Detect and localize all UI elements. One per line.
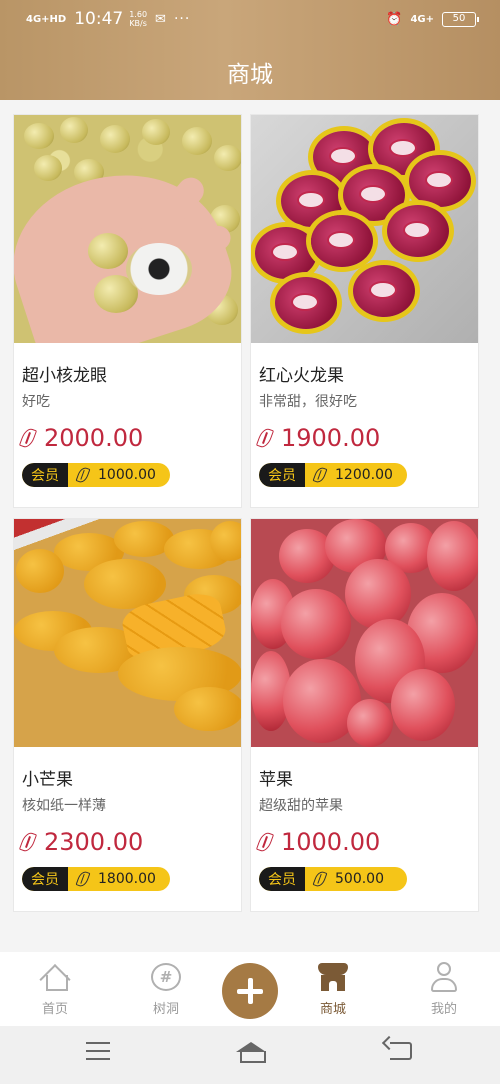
product-desc: 超级甜的苹果 bbox=[259, 798, 343, 814]
tab-shop-label: 商城 bbox=[319, 1002, 346, 1017]
product-desc: 好吃 bbox=[22, 394, 50, 410]
speed-unit: KB/s bbox=[129, 19, 147, 28]
user-icon bbox=[429, 962, 459, 992]
product-image-longan[interactable] bbox=[14, 115, 241, 343]
product-grid: 超小核龙眼 好吃 2000.00 会员 1000.00 红心火龙果 非常甜，很好… bbox=[13, 114, 479, 912]
tab-mine-label: 我的 bbox=[430, 1002, 457, 1017]
product-name[interactable]: 红心火龙果 bbox=[259, 361, 344, 386]
product-image-apple[interactable] bbox=[251, 519, 478, 747]
back-icon[interactable] bbox=[390, 1042, 412, 1060]
member-label: 会员 bbox=[259, 463, 305, 487]
product-image-dragon-fruit[interactable] bbox=[251, 115, 478, 343]
product-name[interactable]: 超小核龙眼 bbox=[22, 361, 107, 386]
leaf-icon bbox=[255, 426, 275, 450]
leaf-icon bbox=[75, 465, 91, 485]
status-bar: 4G+HD 10:47 1.60 KB/s ✉ ··· ⏰ 4G+ 50 bbox=[26, 6, 479, 32]
battery-icon: 50 bbox=[442, 11, 479, 27]
leaf-icon bbox=[18, 830, 38, 854]
tab-mine[interactable]: 我的 bbox=[404, 960, 484, 1017]
message-icon: ✉ bbox=[155, 11, 166, 27]
leaf-icon bbox=[312, 465, 328, 485]
leaf-icon bbox=[255, 830, 275, 854]
price-row: 1900.00 bbox=[255, 424, 381, 452]
leaf-icon bbox=[18, 426, 38, 450]
home-icon bbox=[41, 964, 69, 991]
price-row: 2000.00 bbox=[18, 424, 144, 452]
status-time: 10:47 bbox=[74, 9, 124, 29]
tab-home[interactable]: 首页 bbox=[15, 960, 95, 1017]
leaf-icon bbox=[75, 869, 91, 889]
speed-value: 1.60 bbox=[129, 10, 148, 19]
product-name[interactable]: 小芒果 bbox=[22, 765, 73, 790]
more-dots-icon: ··· bbox=[173, 11, 191, 27]
leaf-icon bbox=[312, 869, 328, 889]
add-post-button[interactable] bbox=[222, 963, 278, 1019]
price-row: 1000.00 bbox=[255, 828, 381, 856]
page-title: 商城 bbox=[227, 62, 273, 88]
member-price-badge: 会员 1800.00 bbox=[22, 867, 170, 891]
member-price-badge: 会员 500.00 bbox=[259, 867, 407, 891]
member-price-badge: 会员 1200.00 bbox=[259, 463, 407, 487]
signal-indicator: 4G+HD bbox=[26, 13, 67, 25]
product-card[interactable]: 超小核龙眼 好吃 2000.00 会员 1000.00 bbox=[13, 114, 242, 508]
product-price: 2000.00 bbox=[44, 424, 144, 452]
tab-home-label: 首页 bbox=[41, 1002, 68, 1017]
tab-treehole-label: 树洞 bbox=[152, 1002, 179, 1017]
tab-shop[interactable]: 商城 bbox=[293, 960, 373, 1017]
network-speed: 1.60 KB/s bbox=[129, 10, 147, 28]
shop-icon bbox=[318, 963, 348, 991]
member-label: 会员 bbox=[22, 463, 68, 487]
product-desc: 核如纸一样薄 bbox=[22, 798, 106, 814]
product-price: 1900.00 bbox=[281, 424, 381, 452]
product-name[interactable]: 苹果 bbox=[259, 765, 293, 790]
product-price: 1000.00 bbox=[281, 828, 381, 856]
product-card[interactable]: 小芒果 核如纸一样薄 2300.00 会员 1800.00 bbox=[13, 518, 242, 912]
bottom-tab-bar: 首页 # 树洞 商城 我的 bbox=[0, 952, 500, 1026]
product-desc: 非常甜，很好吃 bbox=[259, 394, 357, 410]
product-card[interactable]: 红心火龙果 非常甜，很好吃 1900.00 会员 1200.00 bbox=[250, 114, 479, 508]
home-nav-icon[interactable] bbox=[236, 1042, 266, 1064]
product-card[interactable]: 苹果 超级甜的苹果 1000.00 会员 500.00 bbox=[250, 518, 479, 912]
app-header: 4G+HD 10:47 1.60 KB/s ✉ ··· ⏰ 4G+ 50 商城 bbox=[0, 0, 500, 100]
member-price: 1800.00 bbox=[98, 871, 156, 887]
price-row: 2300.00 bbox=[18, 828, 144, 856]
menu-icon[interactable] bbox=[86, 1042, 110, 1060]
tab-treehole[interactable]: # 树洞 bbox=[126, 960, 206, 1017]
system-nav-bar bbox=[0, 1026, 500, 1084]
hashtag-bubble-icon: # bbox=[151, 963, 181, 991]
member-price: 1000.00 bbox=[98, 467, 156, 483]
product-price: 2300.00 bbox=[44, 828, 144, 856]
member-label: 会员 bbox=[22, 867, 68, 891]
alarm-icon: ⏰ bbox=[386, 11, 403, 27]
member-label: 会员 bbox=[259, 867, 305, 891]
member-price: 500.00 bbox=[335, 871, 384, 887]
product-image-mango[interactable] bbox=[14, 519, 241, 747]
member-price-badge: 会员 1000.00 bbox=[22, 463, 170, 487]
member-price: 1200.00 bbox=[335, 467, 393, 483]
network-type: 4G+ bbox=[410, 13, 434, 25]
